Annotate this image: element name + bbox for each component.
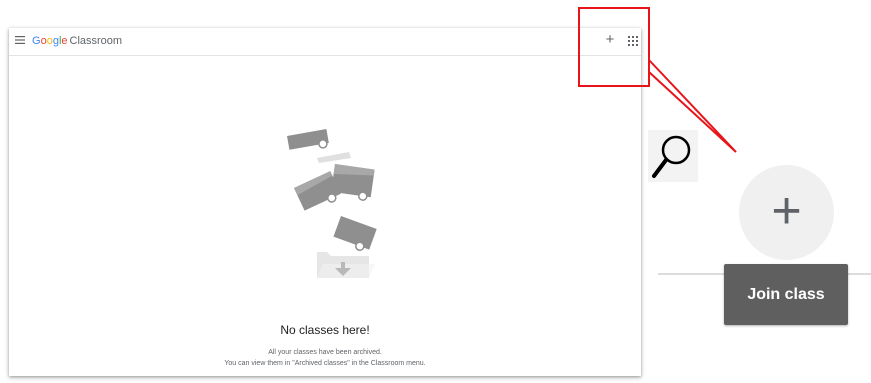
empty-state-title: No classes here! xyxy=(280,323,370,337)
add-class-button[interactable]: + xyxy=(603,32,617,47)
empty-state-line: All your classes have been archived. xyxy=(268,349,382,356)
logo-letter: e xyxy=(61,35,68,47)
logo-letter: G xyxy=(32,35,41,47)
product-name: Classroom xyxy=(69,35,123,47)
empty-state-description: All your classes have been archived. You… xyxy=(9,347,641,369)
hamburger-icon[interactable] xyxy=(15,35,25,45)
empty-state-line: You can view them in "Archived classes" … xyxy=(224,360,426,367)
zoomed-add-button[interactable]: + xyxy=(739,165,834,260)
top-app-bar: Google Classroom + xyxy=(9,28,641,56)
join-class-tooltip: Join class xyxy=(724,264,848,325)
classroom-window: Google Classroom + No classes here! All … xyxy=(9,28,641,376)
magnifier-icon xyxy=(648,130,698,182)
app-logo[interactable]: Google Classroom xyxy=(32,35,122,48)
plus-icon: + xyxy=(771,181,802,240)
apps-grid-icon[interactable] xyxy=(628,36,638,46)
empty-classes-illustration xyxy=(287,129,377,278)
